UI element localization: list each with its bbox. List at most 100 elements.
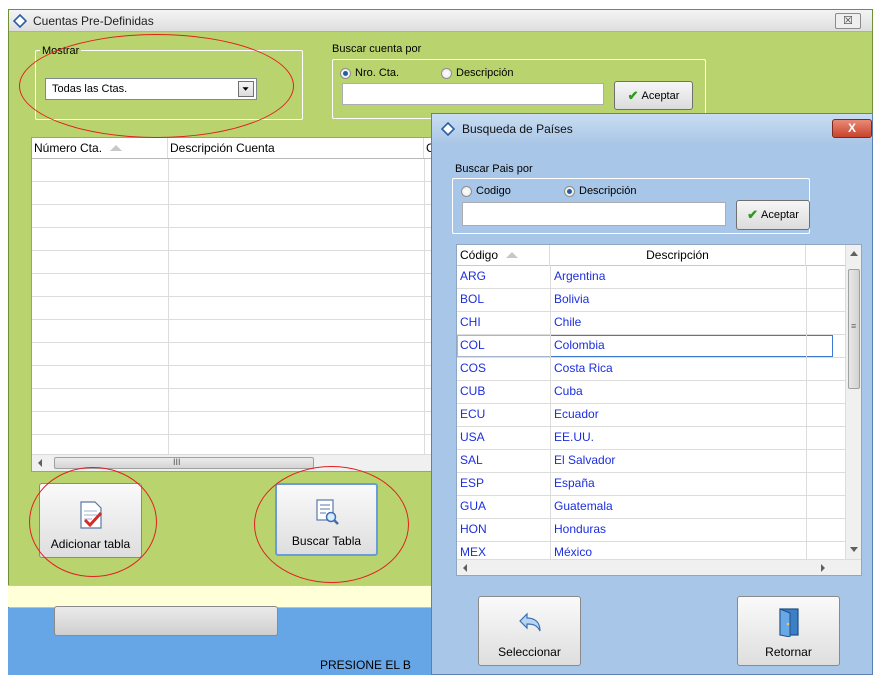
table-row[interactable]: COL Colombia: [457, 335, 845, 358]
scroll-left-icon[interactable]: [461, 563, 469, 573]
col-descripcion[interactable]: Descripción: [550, 245, 806, 266]
table-row[interactable]: USA EE.UU.: [457, 427, 845, 450]
buscar-pais-input[interactable]: [462, 202, 726, 226]
radio-dot-selected: [564, 185, 575, 197]
window-diamond-icon: [13, 14, 27, 28]
radio-nro-cta-label: Nro. Cta.: [355, 67, 400, 79]
dialog-close-button[interactable]: X: [832, 119, 872, 138]
buscar-pais-label: Buscar Pais por: [455, 163, 533, 175]
country-description-cell: Argentina: [554, 269, 606, 283]
retornar-button[interactable]: Retornar: [737, 596, 840, 666]
sort-asc-icon: [506, 252, 519, 258]
table-row[interactable]: [32, 182, 440, 205]
aceptar-label: Aceptar: [641, 89, 680, 102]
table-row[interactable]: ESP España: [457, 473, 845, 496]
table-row[interactable]: GUA Guatemala: [457, 496, 845, 519]
table-row[interactable]: ECU Ecuador: [457, 404, 845, 427]
table-row[interactable]: [32, 412, 440, 435]
buscar-label: Buscar Tabla: [291, 534, 362, 548]
scroll-up-icon[interactable]: [849, 249, 859, 257]
close-icon: X: [847, 121, 856, 135]
scroll-left-icon[interactable]: [35, 458, 45, 468]
col-codigo-label: Código: [460, 248, 499, 262]
scroll-right-icon[interactable]: [819, 563, 827, 573]
grip-icon: III: [173, 457, 181, 467]
buscar-cuenta-input[interactable]: [342, 83, 604, 105]
radio-dot-selected: [340, 67, 351, 79]
table-row[interactable]: CHI Chile: [457, 312, 845, 335]
country-code-cell: ARG: [460, 269, 487, 283]
check-icon: ✔: [627, 87, 639, 103]
aceptar-cuenta-button[interactable]: ✔ Aceptar: [614, 81, 693, 110]
country-description-cell: España: [554, 476, 595, 490]
table-row[interactable]: [32, 228, 440, 251]
country-code-cell: SAL: [460, 453, 483, 467]
table-row[interactable]: [32, 297, 440, 320]
radio-codigo[interactable]: Codigo: [461, 185, 511, 197]
table-row[interactable]: [32, 274, 440, 297]
grid-header: Código Descripción: [457, 245, 845, 266]
buscar-cuenta-label: Buscar cuenta por: [332, 43, 422, 55]
retornar-label: Retornar: [765, 645, 812, 659]
dialog-titlebar: Busqueda de Países X: [432, 114, 872, 144]
table-row[interactable]: ARG Argentina: [457, 266, 845, 289]
scroll-thumb[interactable]: III: [54, 457, 314, 469]
country-code-cell: CUB: [460, 384, 486, 398]
country-code-cell: ECU: [460, 407, 486, 421]
table-row[interactable]: COS Costa Rica: [457, 358, 845, 381]
vertical-scrollbar[interactable]: ≡: [845, 245, 861, 559]
seleccionar-button[interactable]: Seleccionar: [478, 596, 581, 666]
country-description-cell: Costa Rica: [554, 361, 613, 375]
table-row[interactable]: CUB Cuba: [457, 381, 845, 404]
radio-descripcion-pais-label: Descripción: [579, 185, 637, 197]
col-numero-cta[interactable]: Número Cta.: [32, 138, 168, 158]
table-row[interactable]: BOL Bolivia: [457, 289, 845, 312]
table-row[interactable]: [32, 205, 440, 228]
country-description-cell: Guatemala: [554, 499, 613, 513]
table-row[interactable]: [32, 366, 440, 389]
radio-dot: [461, 185, 472, 197]
busqueda-paises-dialog: Busqueda de Países X Buscar Pais por Cod…: [431, 113, 873, 675]
buscar-tabla-button[interactable]: Buscar Tabla: [275, 483, 378, 556]
table-row[interactable]: [32, 389, 440, 412]
main-close-button[interactable]: ☒: [835, 13, 861, 29]
col-codigo[interactable]: Código: [457, 245, 550, 266]
horizontal-scrollbar[interactable]: III: [32, 454, 440, 471]
cuentas-grid[interactable]: Número Cta. Descripción Cuenta C III: [31, 137, 441, 472]
radio-descripcion-pais[interactable]: Descripción: [564, 185, 636, 197]
radio-nro-cta[interactable]: Nro. Cta.: [340, 67, 399, 79]
paises-grid[interactable]: Código Descripción ARG Argentina BOL Bolivi…: [456, 244, 862, 576]
horizontal-scrollbar[interactable]: [457, 559, 861, 575]
country-description-cell: Ecuador: [554, 407, 599, 421]
dropdown-button[interactable]: [238, 81, 254, 97]
aceptar-pais-button[interactable]: ✔ Aceptar: [736, 200, 810, 230]
table-row[interactable]: [32, 320, 440, 343]
background-button[interactable]: [54, 606, 278, 636]
country-description-cell: Chile: [554, 315, 582, 329]
table-row[interactable]: [32, 343, 440, 366]
table-row[interactable]: HON Honduras: [457, 519, 845, 542]
scroll-down-icon[interactable]: [849, 546, 859, 554]
mostrar-select-value: Todas las Ctas.: [52, 83, 128, 95]
search-document-icon: [315, 498, 339, 526]
radio-codigo-label: Codigo: [476, 185, 511, 197]
sort-asc-icon: [110, 145, 123, 151]
mostrar-select[interactable]: Todas las Ctas.: [45, 78, 257, 100]
col-descripcion-pais-label: Descripción: [646, 248, 709, 262]
radio-descripcion[interactable]: Descripción: [441, 67, 513, 79]
country-code-cell: CHI: [460, 315, 481, 329]
undo-arrow-icon: [518, 612, 541, 632]
radio-dot: [441, 67, 452, 79]
grid-divider: [550, 266, 551, 561]
table-row[interactable]: [32, 159, 440, 182]
radio-descripcion-label: Descripción: [456, 67, 514, 79]
table-row[interactable]: SAL El Salvador: [457, 450, 845, 473]
country-code-cell: COS: [460, 361, 487, 375]
grid-divider: [168, 159, 169, 454]
country-code-cell: BOL: [460, 292, 485, 306]
scroll-thumb[interactable]: ≡: [848, 269, 860, 389]
seleccionar-label: Seleccionar: [498, 645, 561, 659]
table-row[interactable]: [32, 251, 440, 274]
adicionar-tabla-button[interactable]: Adicionar tabla: [39, 483, 142, 558]
col-descripcion-cuenta[interactable]: Descripción Cuenta: [168, 138, 424, 158]
